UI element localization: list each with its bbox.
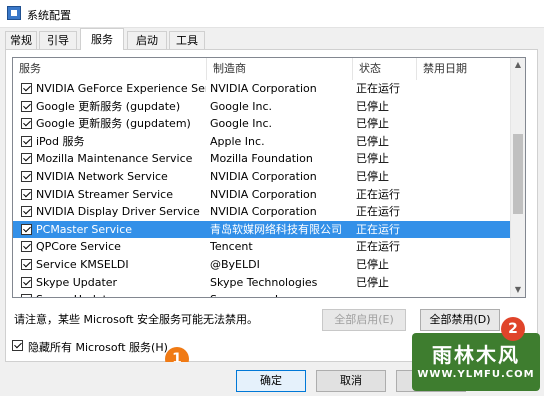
service-status: 已停止 [356,152,389,166]
hide-microsoft-services-checkbox[interactable] [12,340,23,351]
service-row[interactable]: NVIDIA Display Driver Service NVIDIA Corp… [13,203,512,221]
enable-all-button[interactable]: 全部启用(E) [322,309,406,331]
security-note: 请注意，某些 Microsoft 安全服务可能无法禁用。 [14,313,259,326]
msconfig-app-icon [7,6,21,20]
column-header-service[interactable]: 服务 [13,58,207,80]
scrollbar-thumb[interactable] [513,134,523,214]
service-name: PCMaster Service [36,222,133,236]
hide-microsoft-services-label: 隐藏所有 Microsoft 服务(H) [28,341,168,354]
service-status: 已停止 [356,275,389,289]
service-enable-checkbox[interactable] [21,135,32,147]
service-enable-checkbox[interactable] [21,170,32,182]
service-name: Sogou Update [36,291,206,297]
service-name: Mozilla Maintenance Service [36,152,193,166]
scroll-down-arrow-icon[interactable]: ▼ [511,283,525,297]
service-enable-checkbox[interactable] [21,241,32,253]
service-name: iPod 服务 [36,134,85,148]
service-row[interactable]: NVIDIA Network Service NVIDIA Corporation… [13,168,512,186]
service-enable-checkbox[interactable] [21,276,32,288]
service-name: Skype Updater [36,275,118,289]
step-marker-2: 2 [501,317,525,341]
service-row[interactable]: NVIDIA GeForce Experience Serv... NVIDIA … [13,80,512,98]
service-manufacturer: NVIDIA Corporation [210,82,317,95]
service-row[interactable]: PCMaster Service 青岛软媒网络科技有限公司 正在运行 [13,220,512,239]
service-row[interactable]: Google 更新服务 (gupdate) Google Inc. 已停止 [13,98,512,116]
service-status: 正在运行 [356,187,400,201]
service-status: 已停止 [356,257,389,271]
service-enable-checkbox[interactable] [21,294,32,297]
tab-general[interactable]: 常规 [5,31,37,49]
column-header-manufacturer[interactable]: 制造商 [207,58,353,80]
service-row[interactable]: Google 更新服务 (gupdatem) Google Inc. 已停止 [13,115,512,133]
service-manufacturer: Tencent [210,240,253,254]
tab-startup[interactable]: 启动 [127,31,167,49]
service-enable-checkbox[interactable] [21,206,32,218]
service-name: QPCore Service [36,240,121,254]
scroll-up-arrow-icon[interactable]: ▲ [511,58,525,72]
tab-services[interactable]: 服务 [80,28,124,50]
service-rows: NVIDIA GeForce Experience Serv... NVIDIA … [13,80,512,297]
service-row[interactable]: QPCore Service Tencent 正在运行 [13,238,512,256]
service-status: 正在运行 [356,205,400,219]
service-status: 正在运行 [356,82,400,95]
column-header-disabled-date[interactable]: 禁用日期 [417,58,512,80]
column-header-status[interactable]: 状态 [353,58,417,80]
service-status: 已停止 [356,117,389,131]
watermark-url: WWW.YLMFU.COM [417,369,535,380]
title-bar: 系统配置 [0,0,544,28]
service-manufacturer: Google Inc. [210,117,273,131]
service-row[interactable]: Mozilla Maintenance Service Mozilla Found… [13,150,512,168]
service-manufacturer: NVIDIA Corporation [210,205,317,219]
service-name: NVIDIA Display Driver Service [36,205,200,219]
watermark-title: 雨林木风 [432,343,520,367]
service-row[interactable]: Service KMSELDI @ByELDI 已停止 [13,256,512,274]
list-header: 服务 制造商 状态 禁用日期 [13,58,512,80]
watermark-logo: 雨林木风 WWW.YLMFU.COM [412,333,540,391]
service-enable-checkbox[interactable] [21,188,32,200]
service-row[interactable]: Skype Updater Skype Technologies 已停止 [13,274,512,292]
service-manufacturer: Mozilla Foundation [210,152,313,166]
service-enable-checkbox[interactable] [21,153,32,165]
service-row[interactable]: iPod 服务 Apple Inc. 已停止 [13,133,512,151]
tab-boot[interactable]: 引导 [39,31,77,49]
service-enable-checkbox[interactable] [21,223,32,235]
service-enable-checkbox[interactable] [21,100,32,112]
vertical-scrollbar[interactable]: ▲ ▼ [510,58,525,297]
service-manufacturer: Sogou.com Inc. [210,291,352,297]
service-manufacturer: NVIDIA Corporation [210,187,317,201]
service-name: NVIDIA Network Service [36,169,168,183]
service-name: Google 更新服务 (gupdatem) [36,117,191,131]
service-manufacturer: NVIDIA Corporation [210,169,317,183]
service-manufacturer: 青岛软媒网络科技有限公司 [210,222,342,236]
service-name: Google 更新服务 (gupdate) [36,99,181,113]
service-status: 正在运行 [356,222,400,236]
service-manufacturer: Skype Technologies [210,275,318,289]
service-manufacturer: Google Inc. [210,99,273,113]
service-enable-checkbox[interactable] [21,118,32,130]
service-name: NVIDIA GeForce Experience Serv... [36,82,206,95]
service-status: 已停止 [356,99,389,113]
cancel-button[interactable]: 取消 [316,370,386,392]
service-name: NVIDIA Streamer Service [36,187,173,201]
service-name: Service KMSELDI [36,257,129,271]
tab-tools[interactable]: 工具 [169,31,205,49]
ok-button[interactable]: 确定 [236,370,306,392]
disable-all-button[interactable]: 全部禁用(D) [420,309,500,331]
service-status: 正在运行 [356,240,400,254]
window-title: 系统配置 [27,9,71,22]
service-enable-checkbox[interactable] [21,83,32,94]
service-row[interactable]: NVIDIA Streamer Service NVIDIA Corporatio… [13,186,512,204]
service-status: 已停止 [356,169,389,183]
service-manufacturer: Apple Inc. [210,134,265,148]
service-manufacturer: @ByELDI [210,257,260,271]
service-status: 已停止 [356,134,389,148]
services-list[interactable]: 服务 制造商 状态 禁用日期 NVIDIA GeForce Experience… [12,57,526,298]
service-enable-checkbox[interactable] [21,258,32,270]
service-row[interactable]: Sogou Update Sogou.com Inc. [13,291,512,297]
